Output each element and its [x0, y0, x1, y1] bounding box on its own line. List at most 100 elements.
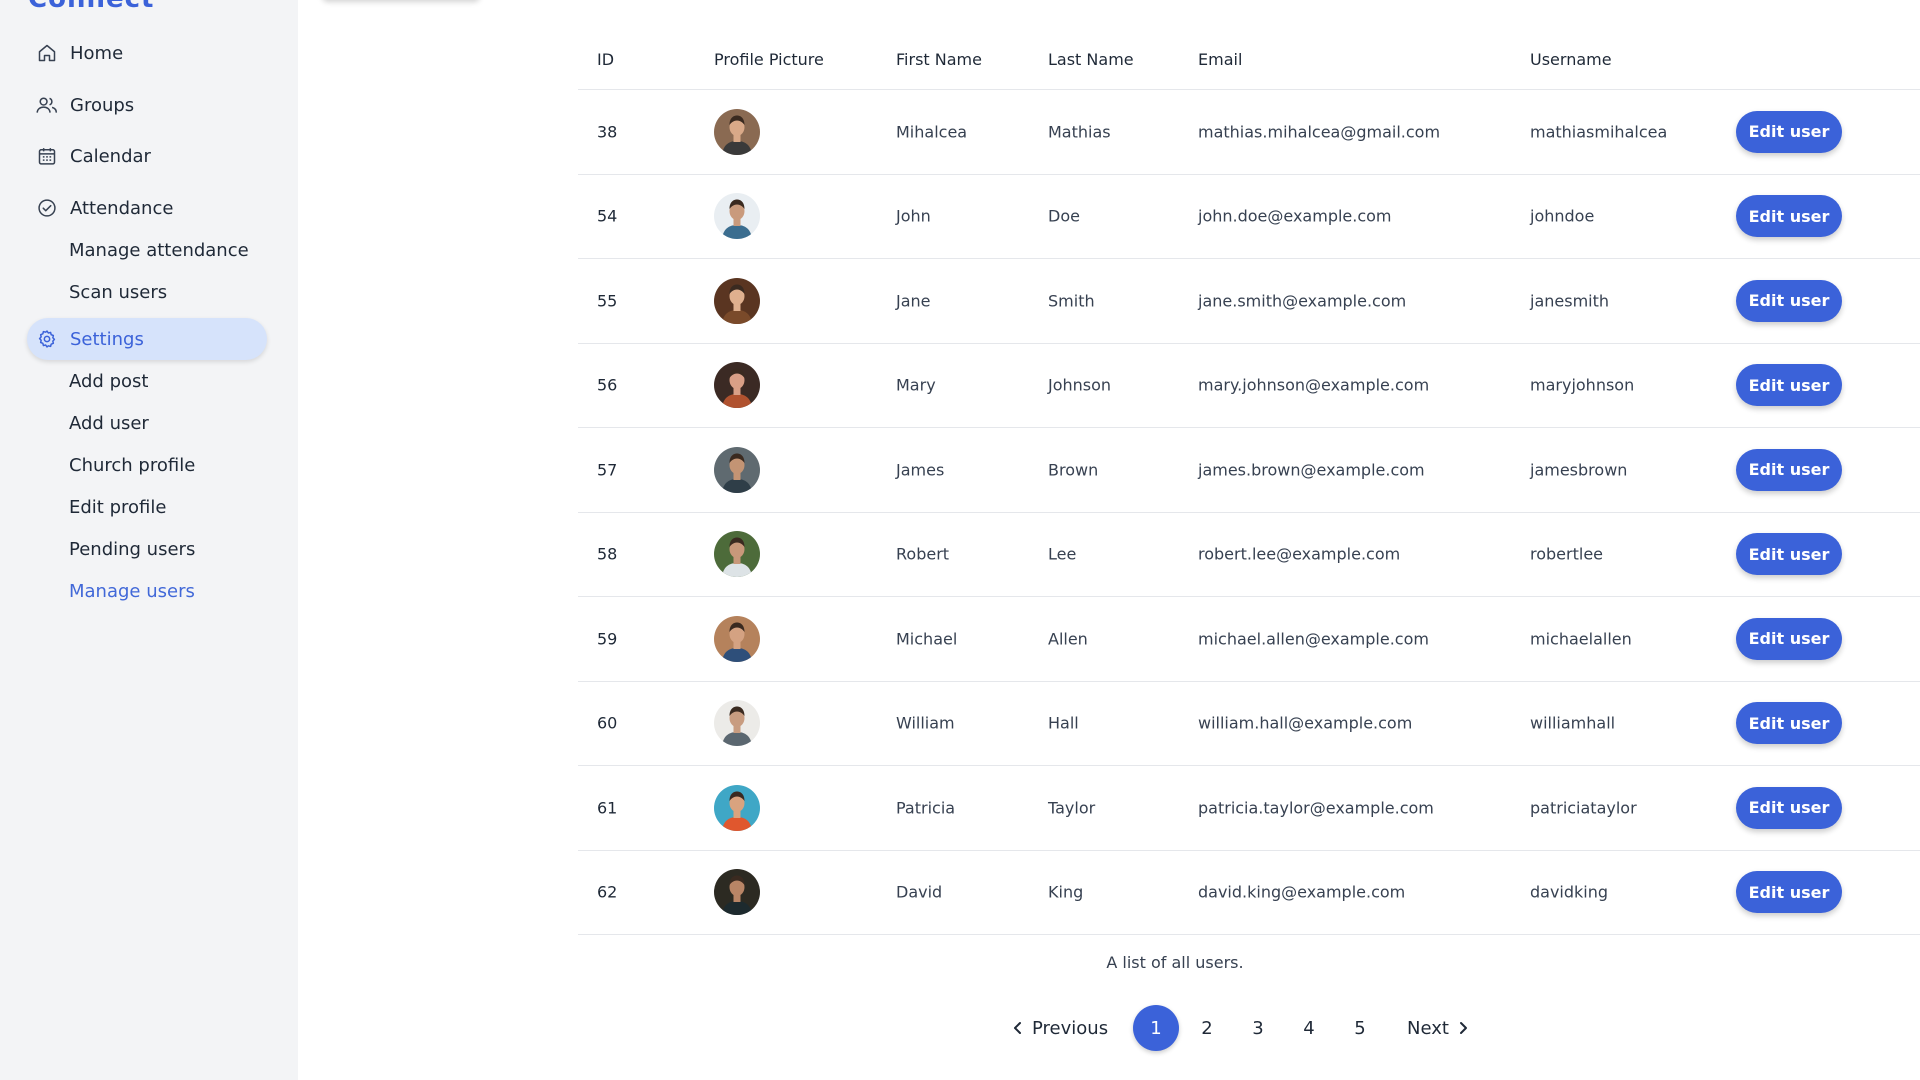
edit-user-button[interactable]: Edit user [1736, 279, 1842, 322]
users-table: ID Profile Picture First Name Last Name … [578, 40, 1920, 935]
column-header-last-name: Last Name [1048, 50, 1134, 69]
sidebar-item-attendance[interactable]: Attendance [27, 187, 267, 229]
sidebar-item-label: Settings [70, 328, 144, 350]
table-row: 54 John Doe john.doe@example.com johndoe Edit… [578, 175, 1920, 259]
cell-last-name: Allen [1048, 629, 1088, 649]
edit-user-button[interactable]: Edit user [1736, 448, 1842, 491]
cell-username: johndoe [1530, 206, 1595, 226]
page-button-2[interactable]: 2 [1184, 1005, 1230, 1051]
users-icon [36, 94, 58, 116]
gear-icon [36, 328, 58, 350]
sidebar-item-label: Attendance [70, 197, 174, 219]
cell-last-name: Doe [1048, 206, 1080, 226]
cell-first-name: Mihalcea [896, 122, 968, 142]
cell-id: 61 [597, 798, 618, 818]
cell-first-name: William [896, 713, 955, 733]
cell-username: mathiasmihalcea [1530, 122, 1668, 142]
edit-user-button[interactable]: Edit user [1736, 617, 1842, 660]
edit-user-button[interactable]: Edit user [1736, 871, 1842, 914]
sidebar-subitem-scan-users[interactable]: Scan users [69, 280, 167, 306]
table-row: 61 Patricia Taylor patricia.taylor@example.… [578, 766, 1920, 851]
sidebar-subitem-manage-users[interactable]: Manage users [69, 579, 195, 605]
cell-id: 55 [597, 291, 618, 311]
avatar [714, 446, 760, 493]
sidebar-item-label: Calendar [70, 145, 151, 167]
previous-page-button[interactable]: Previous [1012, 1005, 1108, 1051]
column-header-id: ID [597, 50, 615, 69]
cell-id: 60 [597, 713, 618, 733]
avatar [714, 531, 760, 578]
avatar [714, 869, 760, 916]
cell-last-name: Taylor [1048, 798, 1096, 818]
cell-id: 58 [597, 544, 618, 564]
cell-username: williamhall [1530, 713, 1616, 733]
avatar [714, 193, 760, 240]
next-page-button[interactable]: Next [1407, 1005, 1469, 1051]
edit-user-button[interactable]: Edit user [1736, 195, 1842, 238]
edit-user-button[interactable]: Edit user [1736, 533, 1842, 576]
table-row: 55 Jane Smith jane.smith@example.com janesmi… [578, 259, 1920, 344]
cell-username: davidking [1530, 882, 1609, 902]
sidebar-subitem-edit-profile[interactable]: Edit profile [69, 495, 166, 521]
cell-first-name: Mary [896, 375, 936, 395]
column-header-first-name: First Name [896, 50, 982, 69]
cell-last-name: Johnson [1048, 375, 1112, 395]
cell-last-name: Hall [1048, 713, 1079, 733]
chevron-right-icon [1457, 1021, 1469, 1035]
table-caption: A list of all users. [578, 953, 1920, 972]
table-row: 58 Robert Lee robert.lee@example.com robertl… [578, 513, 1920, 597]
sidebar-subitem-add-post[interactable]: Add post [69, 369, 148, 395]
cell-id: 59 [597, 629, 618, 649]
sidebar-subitem-pending-users[interactable]: Pending users [69, 537, 195, 563]
cell-id: 56 [597, 375, 618, 395]
avatar [714, 700, 760, 747]
cell-email: james.brown@example.com [1198, 460, 1425, 480]
previous-page-label: Previous [1032, 1017, 1109, 1039]
cell-email: michael.allen@example.com [1198, 629, 1429, 649]
next-page-label: Next [1407, 1017, 1449, 1039]
page-button-1[interactable]: 1 [1133, 1005, 1179, 1051]
table-row: 62 David King david.king@example.com davidki… [578, 851, 1920, 935]
sidebar-subitem-church-profile[interactable]: Church profile [69, 453, 195, 479]
cell-id: 62 [597, 882, 618, 902]
cell-id: 57 [597, 460, 618, 480]
sidebar-item-home[interactable]: Home [27, 32, 267, 74]
edit-user-button[interactable]: Edit user [1736, 364, 1842, 407]
sidebar-item-settings[interactable]: Settings [27, 318, 267, 360]
table-row: 56 Mary Johnson mary.johnson@example.com mar… [578, 344, 1920, 428]
cell-first-name: Robert [896, 544, 950, 564]
cell-username: jamesbrown [1530, 460, 1628, 480]
sidebar-subitem-manage-attendance[interactable]: Manage attendance [69, 238, 249, 264]
edit-user-button[interactable]: Edit user [1736, 110, 1842, 153]
avatar [714, 108, 760, 155]
cell-email: mathias.mihalcea@gmail.com [1198, 122, 1441, 142]
cell-email: jane.smith@example.com [1198, 291, 1407, 311]
edit-user-button[interactable]: Edit user [1736, 702, 1842, 745]
cell-username: patriciataylor [1530, 798, 1637, 818]
cell-username: janesmith [1530, 291, 1610, 311]
avatar [714, 277, 760, 324]
cell-email: robert.lee@example.com [1198, 544, 1401, 564]
cell-last-name: Mathias [1048, 122, 1111, 142]
page-button-5[interactable]: 5 [1337, 1005, 1383, 1051]
column-header-email: Email [1198, 50, 1243, 69]
table-row: 60 William Hall william.hall@example.com wil… [578, 682, 1920, 766]
cell-username: robertlee [1530, 544, 1603, 564]
sidebar-subitem-add-user[interactable]: Add user [69, 411, 149, 437]
sidebar-item-label: Home [70, 42, 124, 64]
cell-last-name: Brown [1048, 460, 1099, 480]
avatar [714, 362, 760, 409]
table-row: 38 Mihalcea Mathias mathias.mihalcea@gmail.… [578, 90, 1920, 175]
sidebar-item-calendar[interactable]: Calendar [27, 135, 267, 177]
page-button-3[interactable]: 3 [1235, 1005, 1281, 1051]
sidebar-item-label: Groups [70, 94, 135, 116]
cell-last-name: Lee [1048, 544, 1077, 564]
sidebar-item-groups[interactable]: Groups [27, 84, 267, 126]
column-header-profile-picture: Profile Picture [714, 50, 824, 69]
edit-user-button[interactable]: Edit user [1736, 786, 1842, 829]
page-button-4[interactable]: 4 [1286, 1005, 1332, 1051]
cell-last-name: Smith [1048, 291, 1095, 311]
app-logo: Connect [28, 0, 154, 14]
avatar [714, 784, 760, 831]
cell-first-name: David [896, 882, 943, 902]
